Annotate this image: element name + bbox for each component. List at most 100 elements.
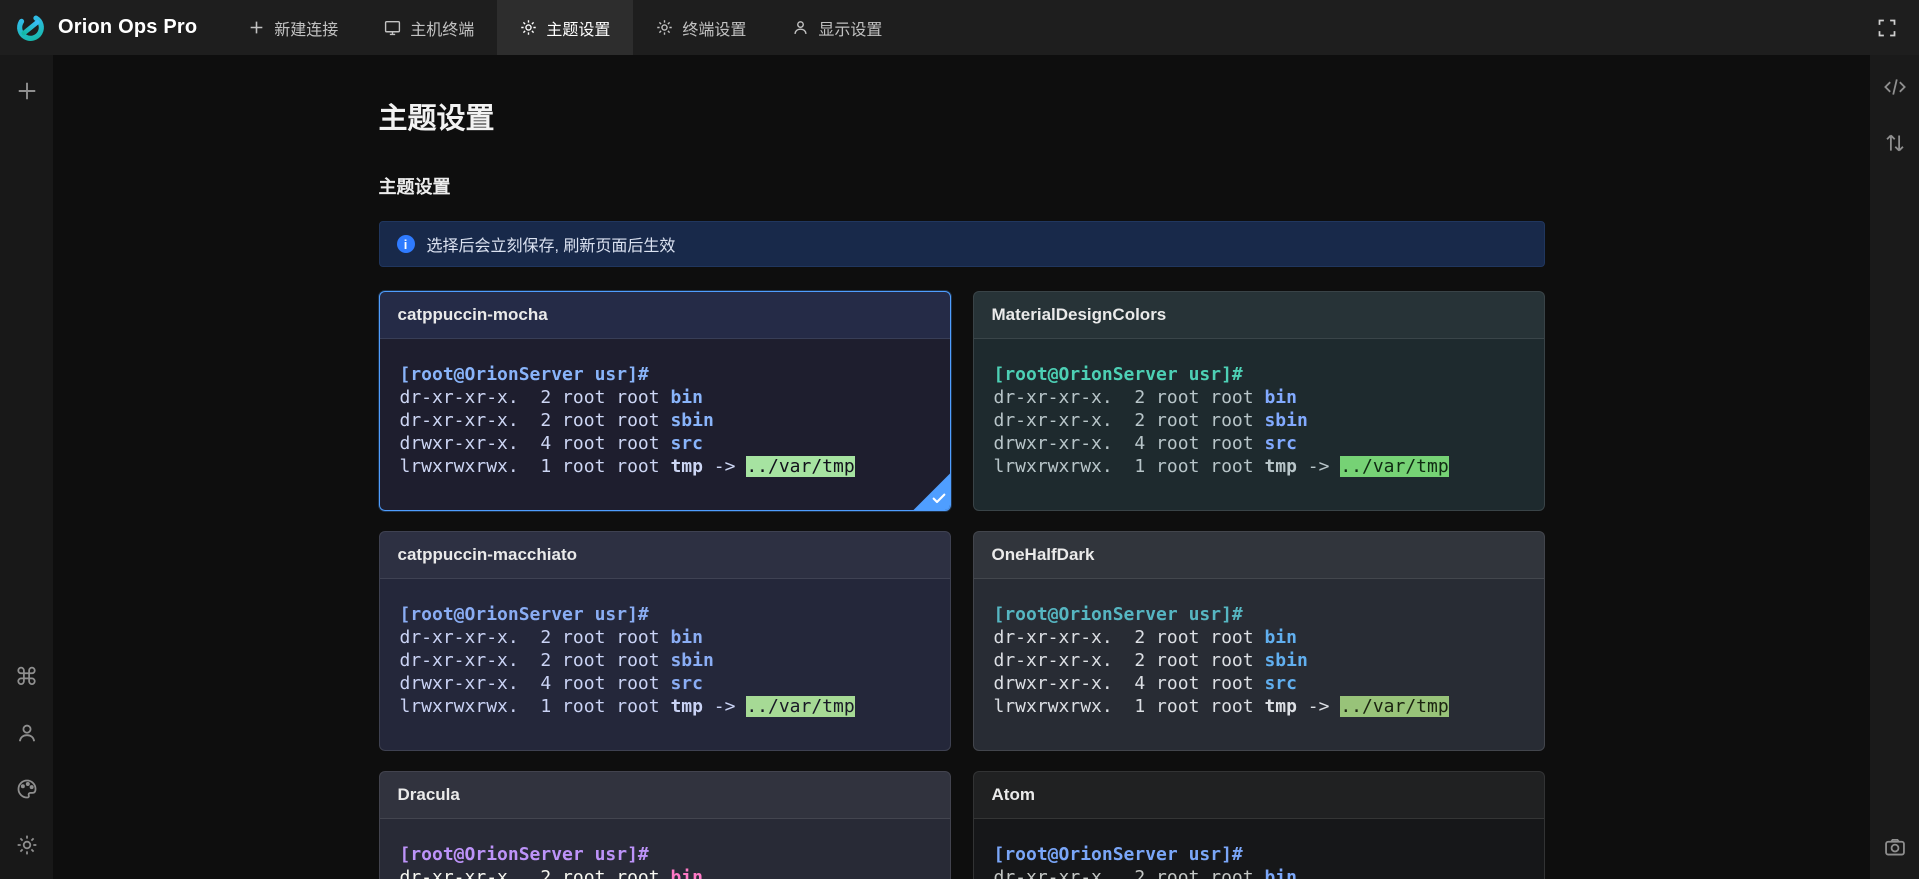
terminal-prompt: [root@OrionServer usr]#: [994, 603, 1524, 626]
prompt-text: [root@OrionServer usr]#: [400, 364, 649, 385]
main-content: 主题设置 主题设置 i 选择后会立刻保存, 刷新页面后生效 catppuccin…: [53, 55, 1870, 879]
terminal-line: lrwxrwxrwx. 1 root root tmp -> ../var/tm…: [994, 455, 1524, 478]
plus-icon: [16, 80, 38, 102]
plus-icon: [248, 19, 265, 36]
terminal-line: dr-xr-xr-x. 2 root root bin: [994, 386, 1524, 409]
camera-icon: [1884, 836, 1906, 858]
terminal-line: dr-xr-xr-x. 2 root root sbin: [994, 649, 1524, 672]
theme-card-title: Dracula: [380, 772, 950, 819]
prompt-text: [root@OrionServer usr]#: [994, 844, 1243, 865]
theme-grid: catppuccin-mocha [root@OrionServer usr]#…: [379, 291, 1545, 879]
theme-terminal-preview: [root@OrionServer usr]#dr-xr-xr-x. 2 roo…: [974, 579, 1544, 750]
link-name: tmp: [1264, 696, 1297, 717]
terminal-line: dr-xr-xr-x. 2 root root bin: [400, 866, 930, 879]
symlink-target: ../var/tmp: [746, 696, 854, 717]
theme-button[interactable]: [11, 773, 43, 805]
dir-name: bin: [1264, 387, 1297, 408]
nav-item-theme-settings[interactable]: 主题设置: [497, 0, 633, 55]
add-connection-button[interactable]: [11, 75, 43, 107]
terminal-text: dr-xr-xr-x. 2 root root: [994, 410, 1265, 431]
terminal-prompt: [root@OrionServer usr]#: [994, 363, 1524, 386]
terminal-line: lrwxrwxrwx. 1 root root tmp -> ../var/tm…: [400, 695, 930, 718]
symlink-target: ../var/tmp: [746, 456, 854, 477]
theme-card-MaterialDesignColors[interactable]: MaterialDesignColors [root@OrionServer u…: [973, 291, 1545, 511]
dir-name: sbin: [1264, 650, 1307, 671]
prompt-text: [root@OrionServer usr]#: [994, 604, 1243, 625]
app-logo-icon: [14, 11, 47, 44]
gear-icon: [520, 19, 537, 36]
right-sidebar: [1870, 55, 1919, 879]
terminal-text: ->: [703, 696, 746, 717]
screenshot-button[interactable]: [1879, 831, 1911, 863]
terminal-line: lrwxrwxrwx. 1 root root tmp -> ../var/tm…: [994, 695, 1524, 718]
theme-terminal-preview: [root@OrionServer usr]#dr-xr-xr-x. 2 roo…: [380, 819, 950, 879]
alert-text: 选择后会立刻保存, 刷新页面后生效: [427, 232, 676, 256]
theme-card-title: Atom: [974, 772, 1544, 819]
account-button[interactable]: [11, 717, 43, 749]
terminal-text: ->: [1297, 456, 1340, 477]
shortcuts-button[interactable]: ⌘: [11, 661, 43, 693]
command-icon: ⌘: [15, 665, 39, 689]
terminal-text: drwxr-xr-x. 4 root root: [994, 673, 1265, 694]
nav-item-host-terminal[interactable]: 主机终端: [361, 0, 497, 55]
dir-name: bin: [1264, 867, 1297, 879]
prompt-text: [root@OrionServer usr]#: [400, 844, 649, 865]
nav-item-new-connection[interactable]: 新建连接: [225, 0, 361, 55]
terminal-text: dr-xr-xr-x. 2 root root: [400, 410, 671, 431]
sort-button[interactable]: [1879, 127, 1911, 159]
terminal-text: drwxr-xr-x. 4 root root: [994, 433, 1265, 454]
theme-card-catppuccin-macchiato[interactable]: catppuccin-macchiato [root@OrionServer u…: [379, 531, 951, 751]
gear-icon: [656, 19, 673, 36]
brand: Orion Ops Pro: [0, 0, 225, 55]
link-name: tmp: [670, 456, 703, 477]
theme-terminal-preview: [root@OrionServer usr]# dr-xr-xr-x. 2 roo…: [974, 819, 1544, 879]
theme-terminal-preview: [root@OrionServer usr]#dr-xr-xr-x. 2 roo…: [380, 339, 950, 510]
theme-card-title: catppuccin-mocha: [380, 292, 950, 339]
dir-name: bin: [670, 867, 703, 879]
settings-button[interactable]: [11, 829, 43, 861]
code-view-button[interactable]: [1879, 71, 1911, 103]
terminal-text: dr-xr-xr-x. 2 root root: [994, 867, 1265, 879]
nav-label: 主题设置: [546, 16, 610, 40]
palette-icon: [16, 778, 38, 800]
theme-terminal-preview: [root@OrionServer usr]#dr-xr-xr-x. 2 roo…: [974, 339, 1544, 510]
terminal-text: drwxr-xr-x. 4 root root: [400, 433, 671, 454]
navbar-spacer: [905, 0, 1855, 55]
terminal-text: dr-xr-xr-x. 2 root root: [400, 627, 671, 648]
terminal-prompt: [root@OrionServer usr]#: [400, 843, 930, 866]
terminal-text: dr-xr-xr-x. 2 root root: [400, 867, 671, 879]
nav-item-display-settings[interactable]: 显示设置: [769, 0, 905, 55]
terminal-text: lrwxrwxrwx. 1 root root: [400, 696, 671, 717]
dir-name: sbin: [1264, 410, 1307, 431]
dir-name: sbin: [670, 410, 713, 431]
theme-card-Atom[interactable]: Atom [root@OrionServer usr]# dr-xr-xr-x. …: [973, 771, 1545, 879]
dir-name: bin: [670, 627, 703, 648]
terminal-line: dr-xr-xr-x. 2 root root bin: [400, 626, 930, 649]
theme-card-OneHalfDark[interactable]: OneHalfDark [root@OrionServer usr]#dr-xr…: [973, 531, 1545, 751]
fullscreen-button[interactable]: [1855, 0, 1919, 55]
dir-name: sbin: [670, 650, 713, 671]
theme-card-Dracula[interactable]: Dracula [root@OrionServer usr]#dr-xr-xr-…: [379, 771, 951, 879]
info-alert: i 选择后会立刻保存, 刷新页面后生效: [379, 221, 1545, 267]
terminal-prompt: [root@OrionServer usr]#: [400, 603, 930, 626]
terminal-text: ->: [1297, 696, 1340, 717]
terminal-prompt: [root@OrionServer usr]#: [994, 843, 1524, 866]
nav-label: 终端设置: [682, 16, 746, 40]
terminal-text: dr-xr-xr-x. 2 root root: [400, 650, 671, 671]
terminal-text: lrwxrwxrwx. 1 root root: [994, 456, 1265, 477]
prompt-text: [root@OrionServer usr]#: [994, 364, 1243, 385]
terminal-line: dr-xr-xr-x. 2 root root bin: [994, 626, 1524, 649]
left-sidebar: ⌘: [0, 55, 53, 879]
terminal-line: drwxr-xr-x. 4 root root src: [400, 432, 930, 455]
info-icon: i: [397, 235, 415, 253]
nav-label: 显示设置: [818, 16, 882, 40]
code-icon: [1884, 76, 1906, 98]
user-icon: [792, 19, 809, 36]
dir-name: src: [670, 673, 703, 694]
theme-card-title: MaterialDesignColors: [974, 292, 1544, 339]
nav-item-terminal-settings[interactable]: 终端设置: [633, 0, 769, 55]
theme-card-catppuccin-mocha[interactable]: catppuccin-mocha [root@OrionServer usr]#…: [379, 291, 951, 511]
terminal-line: dr-xr-xr-x. 2 root root bin: [400, 386, 930, 409]
terminal-text: dr-xr-xr-x. 2 root root: [994, 627, 1265, 648]
nav-label: 新建连接: [274, 16, 338, 40]
